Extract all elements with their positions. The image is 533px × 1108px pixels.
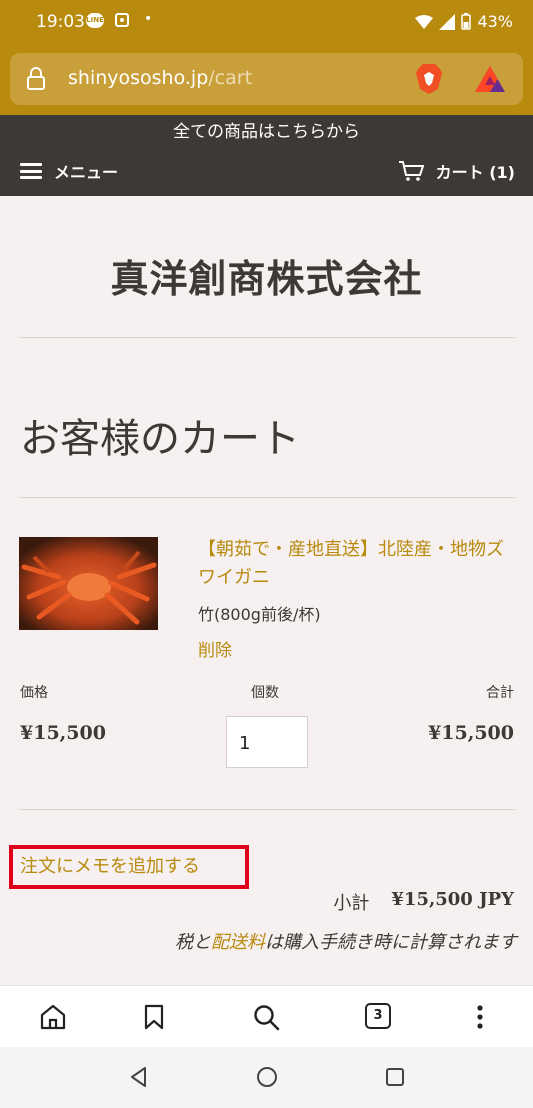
- lock-icon: [27, 67, 45, 90]
- subtotal-value: ¥15,500 JPY: [391, 889, 514, 910]
- home-icon[interactable]: [39, 1003, 67, 1031]
- brave-rewards-icon[interactable]: [473, 64, 507, 94]
- cart-label: カート (1): [435, 163, 515, 182]
- divider: [19, 809, 515, 810]
- tax-note-suffix: は購入手続き時に計算されます: [265, 932, 517, 953]
- signal-icon: [439, 13, 456, 30]
- bookmark-icon[interactable]: [140, 1003, 168, 1031]
- product-variant: 竹(800g前後/杯): [198, 605, 321, 624]
- tax-note-prefix: 税と: [175, 932, 211, 953]
- url-domain: shinyososho.jp: [68, 67, 209, 89]
- add-order-note-link[interactable]: 注文にメモを追加する: [20, 852, 200, 878]
- tab-switcher-button[interactable]: 3: [365, 1003, 391, 1029]
- quantity-input[interactable]: 1: [226, 716, 308, 768]
- quantity-column-label: 個数: [251, 685, 279, 701]
- cart-button[interactable]: カート (1): [398, 159, 515, 183]
- item-total: ¥15,500: [428, 722, 514, 744]
- hamburger-icon: [20, 163, 42, 179]
- subtotal-row: 小計 ¥15,500 JPY: [333, 889, 514, 915]
- remove-item-link[interactable]: 削除: [198, 636, 232, 661]
- screen-record-icon: [115, 13, 129, 27]
- shop-logo-title[interactable]: 真洋創商株式会社: [0, 248, 533, 303]
- back-icon[interactable]: [127, 1065, 151, 1089]
- page-title: お客様のカート: [20, 416, 300, 462]
- more-options-icon[interactable]: [466, 1003, 494, 1031]
- battery-icon: [461, 13, 472, 30]
- cart-icon: [398, 161, 424, 181]
- recents-icon[interactable]: [383, 1065, 407, 1089]
- brave-shields-icon[interactable]: [414, 63, 444, 95]
- all-products-banner-link[interactable]: 全ての商品はこちらから: [0, 117, 533, 142]
- divider: [19, 337, 515, 338]
- product-image[interactable]: [19, 537, 158, 630]
- browser-toolbar: shinyososho.jp/cart: [0, 45, 533, 115]
- menu-label: メニュー: [54, 163, 119, 182]
- battery-percent: 43%: [477, 12, 513, 31]
- android-navigation-bar: [0, 1047, 533, 1108]
- divider: [19, 497, 515, 498]
- notification-dot: •: [144, 11, 153, 27]
- item-price: ¥15,500: [20, 722, 106, 744]
- total-column-label: 合計: [486, 685, 514, 701]
- address-bar[interactable]: shinyososho.jp/cart: [10, 53, 523, 105]
- status-time: 19:03: [36, 12, 85, 32]
- line-notification-icon: LINE: [86, 13, 104, 28]
- url-path: /cart: [208, 67, 253, 89]
- price-column-label: 価格: [20, 685, 48, 701]
- shipping-policy-link[interactable]: 配送料: [211, 932, 265, 953]
- product-name-link[interactable]: 【朝茹で・産地直送】北陸産・地物ズワイガニ: [198, 536, 518, 592]
- status-bar: 19:03 LINE • 43%: [0, 0, 533, 45]
- system-indicators: 43%: [415, 12, 513, 31]
- search-icon[interactable]: [252, 1003, 280, 1031]
- site-header: 全ての商品はこちらから メニュー カート (1): [0, 115, 533, 196]
- url-text[interactable]: shinyososho.jp/cart: [68, 67, 252, 89]
- menu-button[interactable]: メニュー: [20, 159, 118, 183]
- wifi-icon: [415, 14, 434, 29]
- subtotal-label: 小計: [333, 893, 370, 914]
- tax-shipping-note: 税と配送料は購入手続き時に計算されます: [175, 928, 517, 954]
- home-nav-icon[interactable]: [255, 1065, 279, 1089]
- browser-bottom-toolbar: 3: [0, 985, 533, 1048]
